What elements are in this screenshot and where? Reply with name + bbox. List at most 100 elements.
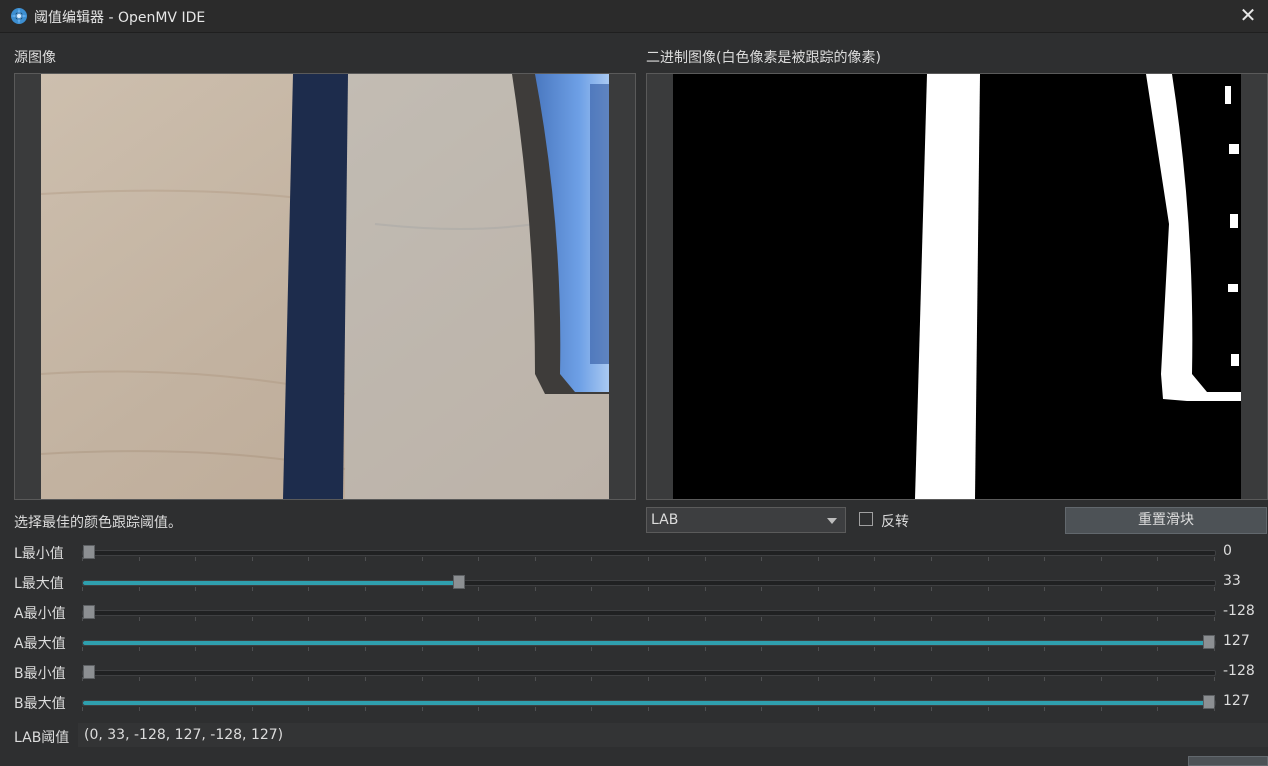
binary-image-label: 二进制图像(白色像素是被跟踪的像素): [646, 50, 881, 66]
lab-threshold-field[interactable]: (0, 33, -128, 127, -128, 127): [78, 723, 1268, 747]
slider-tick: [1101, 617, 1102, 621]
slider-row: A最大值 127: [0, 628, 1268, 658]
slider-label: B最大值: [14, 696, 66, 712]
slider-tick: [422, 707, 423, 711]
slider-tick: [252, 617, 253, 621]
slider-tick: [648, 647, 649, 651]
slider-tick: [478, 557, 479, 561]
slider-tick: [988, 677, 989, 681]
slider-tick: [139, 647, 140, 651]
slider-tick: [1157, 677, 1158, 681]
slider-tick: [761, 617, 762, 621]
slider-tick: [1044, 677, 1045, 681]
instruction-text: 选择最佳的颜色跟踪阈值。: [14, 515, 182, 531]
slider-tick: [988, 587, 989, 591]
ok-button[interactable]: [1188, 756, 1268, 766]
slider-tick: [478, 647, 479, 651]
slider-tick: [252, 647, 253, 651]
slider-tick: [422, 647, 423, 651]
slider-tick: [874, 707, 875, 711]
invert-checkbox[interactable]: [859, 512, 873, 526]
slider-tick: [82, 647, 83, 651]
slider-row: A最小值 -128: [0, 598, 1268, 628]
slider-tick: [648, 557, 649, 561]
slider-tick: [874, 647, 875, 651]
slider-value: 0: [1223, 543, 1232, 559]
slider-tick: [308, 677, 309, 681]
slider-tick: [1214, 557, 1215, 561]
slider-tick: [365, 677, 366, 681]
slider-tick: [818, 617, 819, 621]
slider-tick: [1214, 707, 1215, 711]
slider-tick: [1157, 707, 1158, 711]
slider-tick: [252, 677, 253, 681]
slider-ticks: [82, 647, 1215, 653]
binary-image-view: [646, 73, 1268, 500]
binary-image: [647, 74, 1267, 499]
slider-row: L最大值 33: [0, 568, 1268, 598]
slider-tick: [82, 587, 83, 591]
slider-tick: [705, 677, 706, 681]
slider-tick: [761, 557, 762, 561]
slider-tick: [139, 587, 140, 591]
slider-tick: [139, 557, 140, 561]
slider-tick: [648, 707, 649, 711]
slider-tick: [535, 707, 536, 711]
slider-tick: [478, 617, 479, 621]
slider-value: 127: [1223, 693, 1250, 709]
slider-track[interactable]: [82, 665, 1216, 679]
slider-track[interactable]: [82, 575, 1216, 589]
slider-tick: [308, 647, 309, 651]
slider-tick: [195, 707, 196, 711]
slider-tick: [1101, 587, 1102, 591]
slider-tick: [988, 647, 989, 651]
slider-tick: [1157, 617, 1158, 621]
slider-tick: [1157, 587, 1158, 591]
slider-track[interactable]: [82, 635, 1216, 649]
slider-value: 33: [1223, 573, 1241, 589]
slider-ticks: [82, 677, 1215, 683]
reset-sliders-button[interactable]: 重置滑块: [1065, 507, 1267, 534]
slider-tick: [591, 557, 592, 561]
slider-tick: [931, 707, 932, 711]
slider-tick: [818, 677, 819, 681]
slider-tick: [761, 707, 762, 711]
slider-tick: [931, 587, 932, 591]
slider-tick: [195, 557, 196, 561]
slider-tick: [82, 677, 83, 681]
title-bar: 阈值编辑器 - OpenMV IDE ✕: [0, 0, 1268, 33]
slider-tick: [1157, 647, 1158, 651]
slider-tick: [591, 647, 592, 651]
slider-tick: [931, 677, 932, 681]
slider-track[interactable]: [82, 545, 1216, 559]
slider-tick: [365, 647, 366, 651]
color-space-dropdown[interactable]: LAB: [646, 507, 846, 533]
slider-track[interactable]: [82, 695, 1216, 709]
slider-track[interactable]: [82, 605, 1216, 619]
slider-value: -128: [1223, 663, 1255, 679]
slider-tick: [591, 587, 592, 591]
close-icon[interactable]: ✕: [1228, 0, 1268, 32]
lab-threshold-value: (0, 33, -128, 127, -128, 127): [84, 727, 284, 743]
slider-tick: [139, 677, 140, 681]
slider-tick: [874, 677, 875, 681]
slider-row: L最小值 0: [0, 538, 1268, 568]
slider-tick: [422, 677, 423, 681]
source-image-view: [14, 73, 636, 500]
slider-tick: [648, 587, 649, 591]
slider-tick: [1101, 557, 1102, 561]
slider-tick: [535, 587, 536, 591]
slider-tick: [535, 647, 536, 651]
slider-tick: [761, 677, 762, 681]
slider-tick: [1044, 617, 1045, 621]
slider-tick: [1214, 647, 1215, 651]
slider-row: B最小值 -128: [0, 658, 1268, 688]
slider-tick: [648, 677, 649, 681]
slider-tick: [1101, 647, 1102, 651]
slider-tick: [365, 557, 366, 561]
slider-tick: [535, 677, 536, 681]
slider-tick: [648, 617, 649, 621]
slider-tick: [705, 617, 706, 621]
slider-tick: [818, 647, 819, 651]
slider-ticks: [82, 617, 1215, 623]
